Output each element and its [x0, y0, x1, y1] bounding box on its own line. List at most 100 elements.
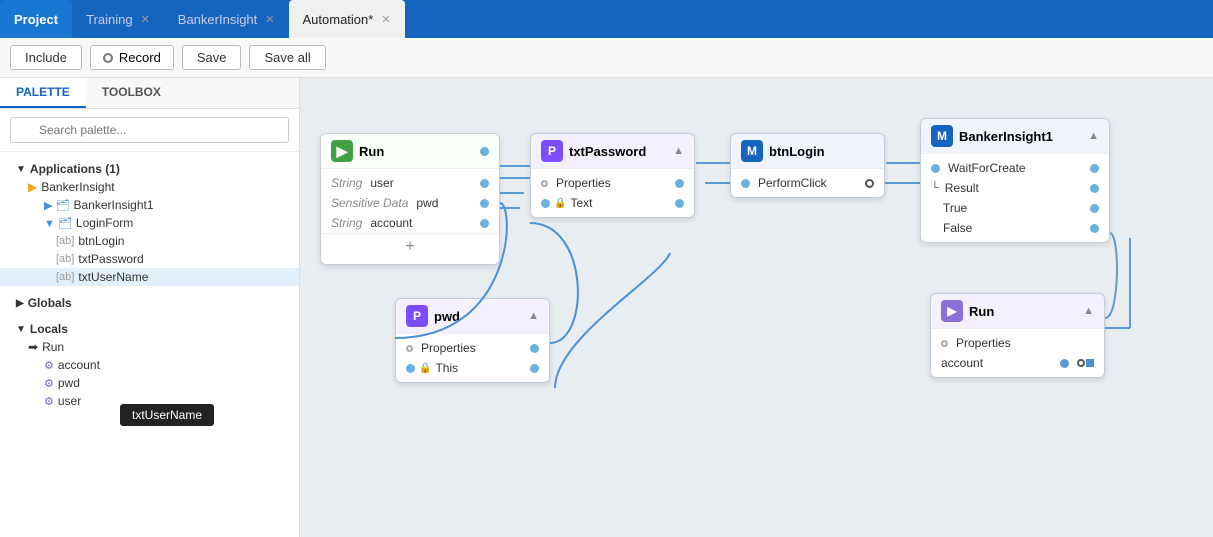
tree-run-local-label: Run [42, 340, 64, 354]
tree-account-var[interactable]: ⚙ account [0, 356, 299, 374]
run-properties-row: Properties [931, 333, 1104, 353]
run-row-sensitive-label: Sensitive Data [331, 196, 408, 210]
run-row-pwd-val: pwd [416, 196, 438, 210]
result-bracket: └ [931, 182, 939, 194]
run-properties-chevron: ▲ [1083, 305, 1094, 317]
run-add-button[interactable]: + [321, 233, 499, 260]
globals-arrow: ▶ [16, 298, 24, 309]
txtpassword-text-label: Text [570, 196, 592, 210]
bankerinsight1-false-dot [1090, 224, 1099, 233]
tree-bankerinsight1[interactable]: ▶ 🗂 BankerInsight1 [0, 196, 299, 214]
bankerinsight1-body: WaitForCreate └ Result True False [921, 154, 1109, 242]
btnlogin-body: PerformClick [731, 169, 884, 197]
btnlogin-title: btnLogin [769, 144, 874, 159]
tab-training-label: Training [86, 12, 132, 27]
txtpassword-text-right-dot [675, 199, 684, 208]
run-main-header: ▶ Run [321, 134, 499, 169]
bankerinsight1-title: BankerInsight1 [959, 129, 1082, 144]
tab-bankerinsight-close[interactable]: ✕ [265, 13, 274, 26]
tree-bankerinsight1-label: BankerInsight1 [73, 198, 153, 212]
txtpassword-properties-label: Properties [556, 176, 611, 190]
save-all-button[interactable]: Save all [249, 45, 325, 70]
pwd-prop-right-dot [530, 344, 539, 353]
pwd-this-left-dot [406, 364, 415, 373]
run-row-account-val: account [370, 216, 412, 230]
applications-label: Applications (1) [30, 162, 120, 176]
run-local-icon: ➡ [28, 340, 38, 354]
locals-arrow: ▼ [16, 324, 26, 335]
locals-label: Locals [30, 322, 68, 336]
bankerinsight1-waitforcreate-row: WaitForCreate [921, 158, 1109, 178]
bankerinsight1-true-dot [1090, 204, 1099, 213]
tree-pwd-var[interactable]: ⚙ pwd [0, 374, 299, 392]
run-main-body: String user Sensitive Data pwd String ac… [321, 169, 499, 264]
btnlogin-node: M btnLogin PerformClick [730, 133, 885, 198]
pwd-node: P pwd ▲ Properties 🔒 This [395, 298, 550, 383]
bankerinsight1-result-row: └ Result [921, 178, 1109, 198]
run-row-string-user: String user [321, 173, 499, 193]
globals-section: ▶ Globals [0, 290, 299, 316]
applications-header[interactable]: ▼ Applications (1) [0, 160, 299, 178]
bankerinsight1-true-row: True [921, 198, 1109, 218]
locals-header[interactable]: ▼ Locals [0, 320, 299, 338]
tree-txtpassword[interactable]: [ab] txtPassword [0, 250, 299, 268]
btnlogin-header: M btnLogin [731, 134, 884, 169]
pwd-lock-icon: 🔒 [419, 363, 431, 374]
record-button[interactable]: Record [90, 45, 174, 70]
tab-toolbox[interactable]: TOOLBOX [86, 78, 177, 108]
include-button[interactable]: Include [10, 45, 82, 70]
pwd-this-row: 🔒 This [396, 358, 549, 378]
pwd-properties-label: Properties [421, 341, 476, 355]
tree-btnlogin-label: btnLogin [78, 234, 124, 248]
bankerinsight1-icon-node: M [931, 125, 953, 147]
bankerinsight1-true-label: True [943, 201, 967, 215]
tree-bankerinsight[interactable]: ▶ BankerInsight [0, 178, 299, 196]
sidebar-tabs: PALETTE TOOLBOX [0, 78, 299, 109]
locals-section: ▼ Locals ➡ Run ⚙ account ⚙ pwd ⚙ user [0, 316, 299, 414]
run-properties-title: Run [969, 304, 1077, 319]
txtusername-icon: [ab] [56, 271, 74, 283]
bankerinsight1-result-dot [1090, 184, 1099, 193]
tab-bar: Project Training ✕ BankerInsight ✕ Autom… [0, 0, 1213, 38]
tree-run-local[interactable]: ➡ Run [0, 338, 299, 356]
tab-bankerinsight[interactable]: BankerInsight ✕ [164, 0, 289, 38]
run-row-string-label2: String [331, 216, 362, 230]
run-properties-body: Properties account [931, 329, 1104, 377]
record-dot-icon [103, 53, 113, 63]
pwd-icon: ⚙ [44, 377, 54, 390]
globals-header[interactable]: ▶ Globals [0, 294, 299, 312]
tab-training-close[interactable]: ✕ [141, 13, 150, 26]
tab-automation-close[interactable]: ✕ [381, 13, 390, 26]
bankerinsight1-left-dot [931, 164, 940, 173]
tree-txtusername[interactable]: [ab] txtUserName [0, 268, 299, 286]
bankerinsight1-waitforcreate-label: WaitForCreate [948, 161, 1026, 175]
tab-palette[interactable]: PALETTE [0, 78, 86, 108]
user-icon: ⚙ [44, 395, 54, 408]
tree-btnlogin[interactable]: [ab] btnLogin [0, 232, 299, 250]
run-main-title: Run [359, 144, 474, 159]
txtpassword-header: P txtPassword ▲ [531, 134, 694, 169]
bankerinsight1-result-label: Result [945, 181, 979, 195]
tab-project[interactable]: Project [0, 0, 72, 38]
save-button[interactable]: Save [182, 45, 242, 70]
txtpassword-prop-left-dot [541, 180, 548, 187]
tab-bankerinsight-label: BankerInsight [178, 12, 258, 27]
txtpassword-icon-node: P [541, 140, 563, 162]
tree-txtusername-label: txtUserName [78, 270, 148, 284]
search-input[interactable] [10, 117, 289, 143]
run-row-string-label1: String [331, 176, 362, 190]
txtpassword-text-left-dot [541, 199, 550, 208]
tree-user-var[interactable]: ⚙ user [0, 392, 299, 410]
pwd-chevron: ▲ [528, 310, 539, 322]
btnlogin-left-dot [741, 179, 750, 188]
tab-training[interactable]: Training ✕ [72, 0, 164, 38]
bankerinsight1-right-dot [1090, 164, 1099, 173]
tree-loginform[interactable]: ▼ 🗂 LoginForm [0, 214, 299, 232]
btnlogin-icon-node: M [741, 140, 763, 162]
pwd-prop-left-dot [406, 345, 413, 352]
globals-label: Globals [28, 296, 72, 310]
run-account-sq-right [1086, 359, 1094, 367]
tab-automation[interactable]: Automation* ✕ [289, 0, 405, 38]
run-account-out-dot [1060, 359, 1069, 368]
pwd-body: Properties 🔒 This [396, 334, 549, 382]
